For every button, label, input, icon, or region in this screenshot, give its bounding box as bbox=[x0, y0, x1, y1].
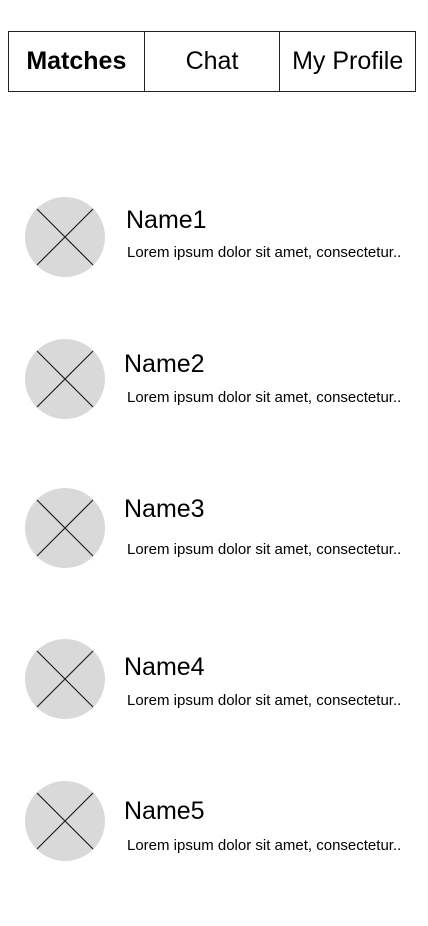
match-name: Name3 bbox=[124, 495, 205, 523]
message-preview: Lorem ipsum dolor sit amet, consectetur.… bbox=[127, 389, 402, 406]
tab-matches[interactable]: Matches bbox=[9, 32, 144, 91]
message-preview: Lorem ipsum dolor sit amet, consectetur.… bbox=[127, 541, 402, 558]
match-name: Name5 bbox=[124, 797, 205, 825]
tab-my-profile[interactable]: My Profile bbox=[279, 32, 415, 91]
avatar bbox=[25, 339, 105, 419]
tab-bar: Matches Chat My Profile bbox=[8, 31, 416, 92]
match-name: Name1 bbox=[126, 206, 207, 234]
tab-chat[interactable]: Chat bbox=[143, 32, 280, 91]
match-name: Name2 bbox=[124, 350, 205, 378]
image-placeholder-icon bbox=[25, 781, 105, 861]
avatar bbox=[25, 488, 105, 568]
avatar bbox=[25, 639, 105, 719]
avatar bbox=[25, 197, 105, 277]
image-placeholder-icon bbox=[25, 197, 105, 277]
message-preview: Lorem ipsum dolor sit amet, consectetur.… bbox=[127, 837, 402, 854]
image-placeholder-icon bbox=[25, 488, 105, 568]
message-preview: Lorem ipsum dolor sit amet, consectetur.… bbox=[127, 692, 402, 709]
match-name: Name4 bbox=[124, 653, 205, 681]
avatar bbox=[25, 781, 105, 861]
image-placeholder-icon bbox=[25, 639, 105, 719]
message-preview: Lorem ipsum dolor sit amet, consectetur.… bbox=[127, 244, 402, 261]
image-placeholder-icon bbox=[25, 339, 105, 419]
